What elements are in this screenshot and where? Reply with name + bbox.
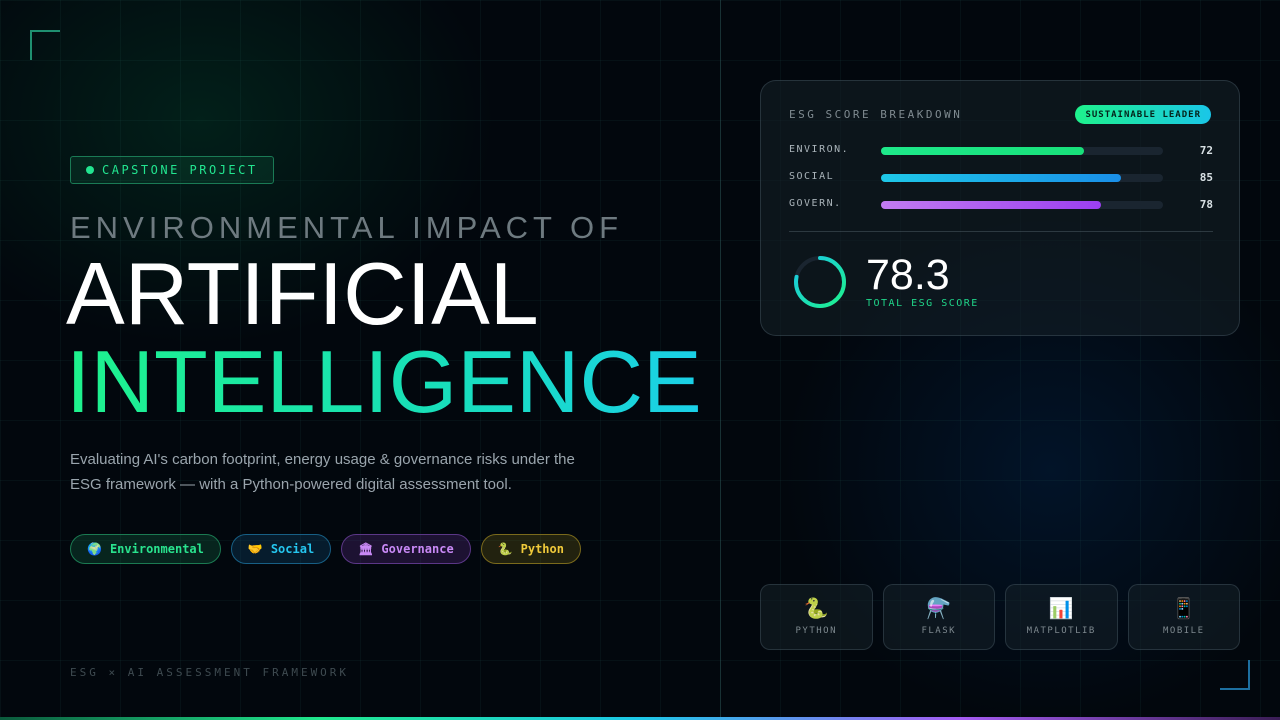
- score-row-social: SOCIAL 85: [789, 171, 1213, 185]
- tag-label: Governance: [381, 542, 454, 556]
- score-bar-social: [881, 174, 1121, 182]
- tool-name: MOBILE: [1162, 626, 1205, 636]
- flask-icon: ⚗️: [926, 598, 952, 620]
- tag-social: 🤝 Social: [230, 534, 332, 564]
- handshake-icon: 🤝: [247, 542, 263, 556]
- mobile-phone-icon: 📱: [1171, 598, 1197, 620]
- hero-description: Evaluating AI's carbon footprint, energy…: [70, 451, 575, 493]
- bar-chart-icon: 📊: [1048, 598, 1074, 620]
- hero-title-line-2: INTELLIGENCE: [66, 332, 702, 431]
- score-card-separator: [789, 231, 1213, 232]
- tag-environmental: 🌍 Environmental: [70, 534, 221, 564]
- score-track: [881, 174, 1163, 182]
- total-score-ring: [794, 256, 846, 308]
- tool-mobile: 📱 MOBILE: [1127, 584, 1240, 650]
- score-row-value: 78: [1199, 198, 1213, 211]
- score-row-value: 72: [1199, 144, 1213, 157]
- score-row-governance: GOVERN. 78: [789, 198, 1213, 212]
- total-score-value: 78.3: [866, 251, 950, 299]
- badge-dot-icon: [86, 166, 94, 174]
- project-badge: CAPSTONE PROJECT: [70, 156, 274, 184]
- score-row-environmental: ENVIRON. 72: [789, 144, 1213, 158]
- slide: CAPSTONE PROJECT ENVIRONMENTAL IMPACT OF…: [0, 0, 1280, 720]
- tag-python: 🐍 Python: [480, 534, 581, 564]
- tool-python: 🐍 PYTHON: [760, 584, 873, 650]
- vertical-divider: [720, 0, 721, 720]
- tag-label: Python: [520, 542, 564, 556]
- score-bar-environmental: [881, 147, 1085, 155]
- tool-name: PYTHON: [795, 626, 837, 636]
- esg-score-card: ESG SCORE BREAKDOWN SUSTAINABLE LEADER E…: [760, 80, 1240, 336]
- tool-flask: ⚗️ FLASK: [882, 584, 995, 650]
- hero-title-line-1: ARTIFICIAL: [66, 244, 539, 343]
- globe-icon: 🌍: [87, 542, 102, 556]
- corner-bracket-bottom-right: [1220, 660, 1250, 690]
- score-track: [881, 201, 1163, 209]
- score-row-label: ENVIRON.: [789, 144, 850, 155]
- tag-label: Social: [270, 542, 315, 556]
- project-badge-label: CAPSTONE PROJECT: [102, 163, 258, 177]
- footer-caption: ESG × AI ASSESSMENT FRAMEWORK: [70, 666, 350, 679]
- tech-stack: 🐍 PYTHON ⚗️ FLASK 📊 MATPLOTLIB 📱 MOBILE: [760, 584, 1240, 650]
- tag-label: Environmental: [109, 542, 204, 556]
- score-row-value: 85: [1199, 171, 1213, 184]
- score-row-label: GOVERN.: [789, 198, 842, 209]
- tool-matplotlib: 📊 MATPLOTLIB: [1005, 584, 1118, 650]
- topic-tags: 🌍 Environmental 🤝 Social 🏛 Governance 🐍 …: [70, 534, 581, 564]
- score-bar-governance: [881, 201, 1101, 209]
- sustainable-leader-badge: SUSTAINABLE LEADER: [1075, 105, 1211, 124]
- python-icon: 🐍: [803, 598, 829, 620]
- score-track: [881, 147, 1163, 155]
- hero-kicker: ENVIRONMENTAL IMPACT OF: [70, 210, 624, 245]
- total-score-label: TOTAL ESG SCORE: [866, 298, 979, 309]
- tag-governance: 🏛 Governance: [341, 534, 471, 564]
- corner-bracket-top-left: [30, 30, 60, 60]
- snake-icon: 🐍: [497, 542, 513, 556]
- institution-icon: 🏛: [358, 542, 374, 556]
- score-card-title: ESG SCORE BREAKDOWN: [789, 108, 963, 121]
- score-row-label: SOCIAL: [789, 171, 835, 182]
- tool-name: FLASK: [921, 626, 957, 636]
- tool-name: MATPLOTLIB: [1026, 626, 1096, 636]
